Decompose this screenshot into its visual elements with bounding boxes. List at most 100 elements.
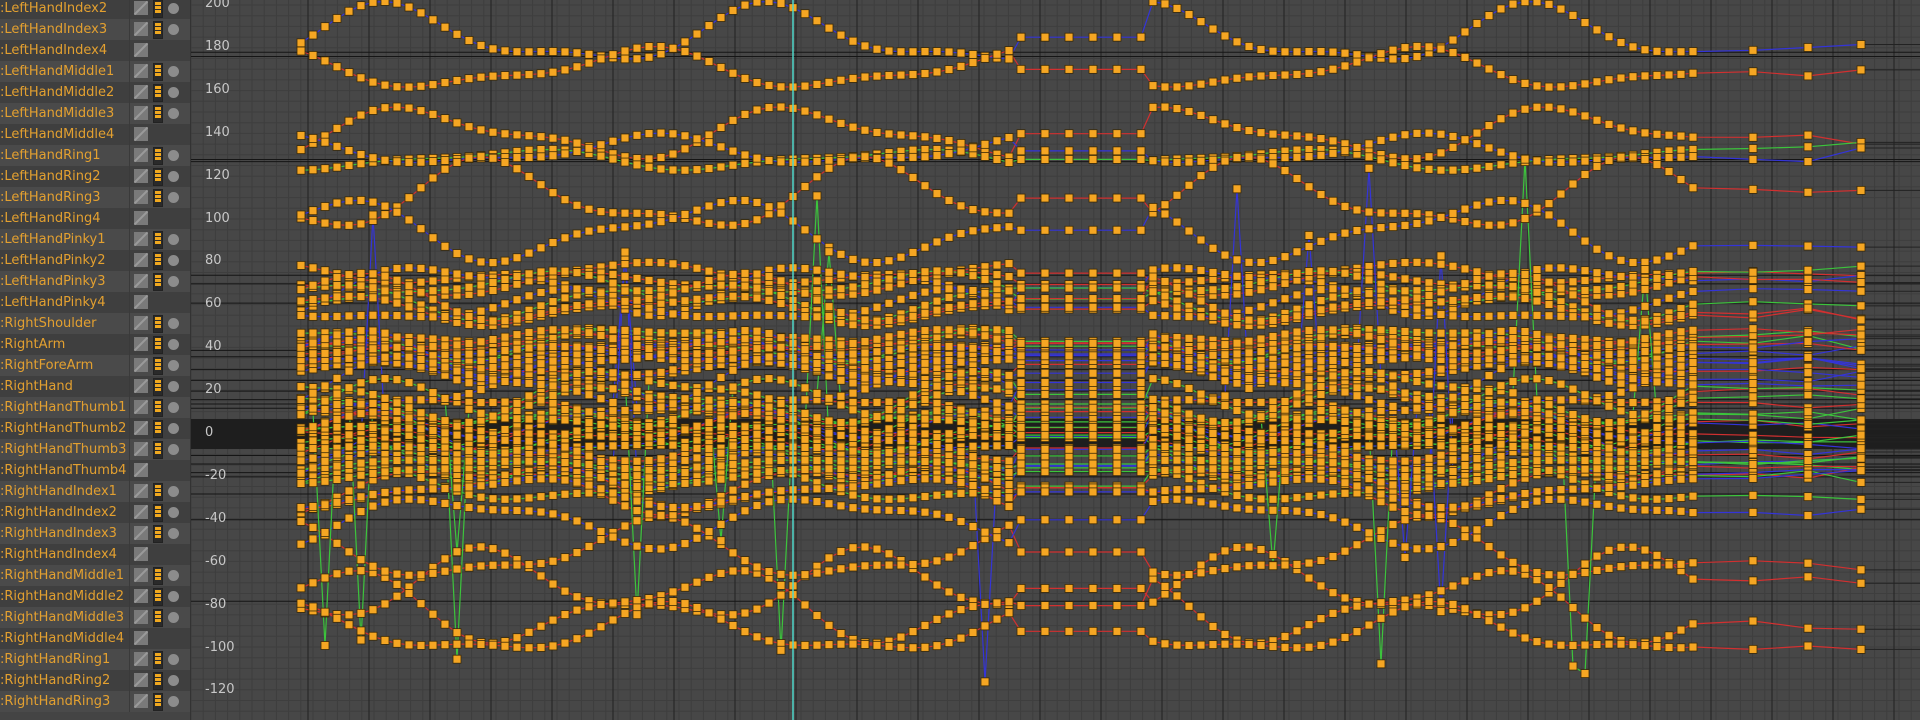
keyframe[interactable] <box>632 541 642 551</box>
keyframe[interactable] <box>548 238 558 247</box>
keyframe[interactable] <box>692 165 702 175</box>
keyframe[interactable] <box>896 506 906 515</box>
keyframe[interactable] <box>356 507 366 516</box>
keyframe[interactable] <box>1184 495 1194 505</box>
keyframe[interactable] <box>716 142 726 152</box>
keyframe[interactable] <box>716 520 726 529</box>
keyframe[interactable] <box>596 140 606 150</box>
keyframe[interactable] <box>356 159 366 169</box>
keyframe[interactable] <box>1424 258 1434 268</box>
keyframe[interactable] <box>536 152 546 162</box>
keyframe[interactable] <box>1508 334 1518 343</box>
keyframe[interactable] <box>956 201 966 211</box>
keyframe[interactable] <box>1496 484 1506 493</box>
keyframe[interactable] <box>1592 565 1602 575</box>
keyframe[interactable] <box>1460 217 1470 226</box>
keyframes-icon[interactable] <box>153 84 163 102</box>
keyframe[interactable] <box>836 564 846 574</box>
keyframe[interactable] <box>860 125 870 135</box>
keyframe[interactable] <box>296 583 306 593</box>
keyframe[interactable] <box>560 233 570 243</box>
keyframe[interactable] <box>1448 600 1458 609</box>
keyframe[interactable] <box>1748 184 1758 194</box>
keyframe[interactable] <box>1220 501 1230 511</box>
keyframe[interactable] <box>500 283 510 292</box>
keyframe[interactable] <box>1556 432 1566 442</box>
keyframe[interactable] <box>1376 441 1386 451</box>
curve-display-icon[interactable] <box>134 316 148 330</box>
keyframe[interactable] <box>524 47 534 57</box>
keyframe[interactable] <box>356 480 366 490</box>
keyframe[interactable] <box>992 325 1002 335</box>
keyframe[interactable] <box>1376 598 1386 608</box>
keyframe[interactable] <box>1364 620 1374 630</box>
keyframe[interactable] <box>1016 283 1026 293</box>
keyframe[interactable] <box>1196 156 1206 166</box>
keyframe[interactable] <box>908 560 918 569</box>
keyframe[interactable] <box>1160 570 1170 579</box>
keyframe[interactable] <box>1232 37 1242 47</box>
keyframe[interactable] <box>296 38 306 48</box>
keyframe[interactable] <box>1664 631 1674 641</box>
keyframe[interactable] <box>1268 71 1278 80</box>
keyframe[interactable] <box>428 286 438 296</box>
keyframe[interactable] <box>944 266 954 276</box>
keyframe[interactable] <box>632 370 642 380</box>
keyframe[interactable] <box>1208 162 1218 172</box>
keyframe[interactable] <box>908 493 918 503</box>
keyframe[interactable] <box>1388 538 1398 548</box>
keyframe[interactable] <box>1184 474 1194 484</box>
keyframe[interactable] <box>500 46 510 56</box>
keyframe[interactable] <box>1208 552 1218 562</box>
keyframe[interactable] <box>1532 156 1542 166</box>
keyframe[interactable] <box>1803 142 1813 152</box>
curve-display-icon[interactable] <box>134 652 148 666</box>
keyframe[interactable] <box>1148 597 1158 607</box>
keyframe[interactable] <box>464 122 474 132</box>
animation-curve[interactable] <box>300 0 1862 60</box>
keyframe[interactable] <box>1676 506 1686 516</box>
keyframe[interactable] <box>1244 542 1254 552</box>
keyframe[interactable] <box>1280 130 1290 140</box>
keyframe[interactable] <box>728 566 738 576</box>
keyframe[interactable] <box>392 495 402 505</box>
keyframe[interactable] <box>332 14 342 23</box>
keyframe[interactable] <box>1628 542 1638 552</box>
keyframe[interactable] <box>1004 538 1014 548</box>
keyframe[interactable] <box>764 156 774 165</box>
keyframe[interactable] <box>1184 641 1194 650</box>
keyframe[interactable] <box>536 621 546 631</box>
keyframe[interactable] <box>440 164 450 174</box>
keyframe[interactable] <box>1424 544 1434 554</box>
keyframe[interactable] <box>1436 542 1446 551</box>
keyframe[interactable] <box>476 257 486 267</box>
keyframe[interactable] <box>1352 205 1362 215</box>
keyframe[interactable] <box>1532 637 1542 647</box>
keyframe[interactable] <box>416 333 426 343</box>
keyframe[interactable] <box>416 473 426 482</box>
keyframe[interactable] <box>1376 270 1386 280</box>
keyframe[interactable] <box>1616 123 1626 133</box>
keyframe[interactable] <box>1676 422 1686 432</box>
keyframe[interactable] <box>1592 244 1602 254</box>
keyframe[interactable] <box>1484 143 1494 153</box>
keyframe[interactable] <box>548 490 558 500</box>
keyframe[interactable] <box>296 46 306 56</box>
keyframe[interactable] <box>404 360 414 369</box>
keyframe[interactable] <box>908 269 918 278</box>
keyframe[interactable] <box>296 261 306 270</box>
keyframes-icon[interactable] <box>153 420 163 438</box>
keyframe[interactable] <box>608 50 618 60</box>
keyframe[interactable] <box>836 75 846 85</box>
keyframe[interactable] <box>752 632 762 642</box>
keyframe[interactable] <box>1256 277 1266 287</box>
keyframe[interactable] <box>1616 282 1626 291</box>
keyframe[interactable] <box>1160 582 1170 591</box>
keyframe[interactable] <box>1208 640 1218 649</box>
keyframe[interactable] <box>1352 441 1362 451</box>
animation-curve[interactable] <box>300 328 1862 351</box>
keyframe[interactable] <box>992 455 1002 465</box>
keyframe[interactable] <box>992 598 1002 608</box>
keyframe[interactable] <box>344 430 354 440</box>
keyframe[interactable] <box>800 225 810 235</box>
